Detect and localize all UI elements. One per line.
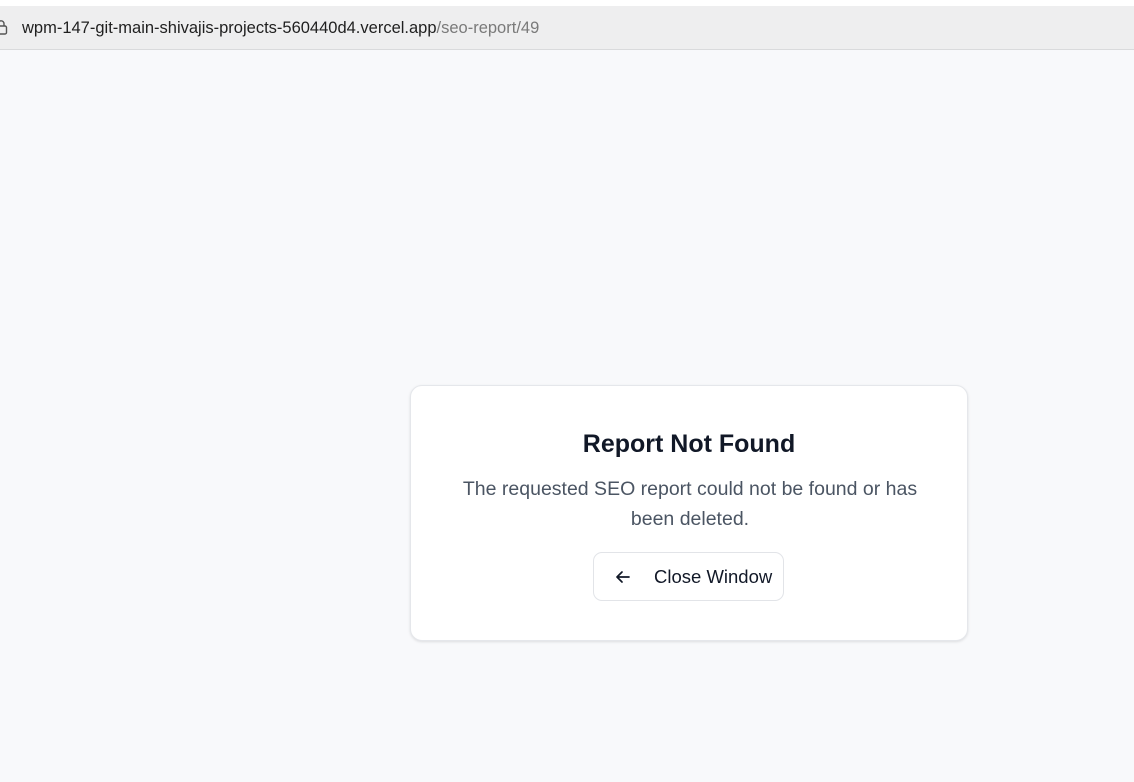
close-window-button[interactable]: Close Window	[593, 552, 784, 601]
url-host: wpm-147-git-main-shivajis-projects-56044…	[22, 19, 437, 37]
lock-icon[interactable]	[0, 19, 8, 35]
address-bar[interactable]: wpm-147-git-main-shivajis-projects-56044…	[0, 6, 1134, 50]
url-text[interactable]: wpm-147-git-main-shivajis-projects-56044…	[22, 18, 539, 38]
close-window-label: Close Window	[654, 566, 773, 587]
url-path: /seo-report/49	[436, 19, 540, 37]
not-found-card: Report Not Found The requested SEO repor…	[410, 385, 968, 641]
card-message: The requested SEO report could not be fo…	[462, 478, 918, 530]
card-title: Report Not Found	[582, 430, 796, 458]
arrow-left-icon	[614, 568, 632, 586]
